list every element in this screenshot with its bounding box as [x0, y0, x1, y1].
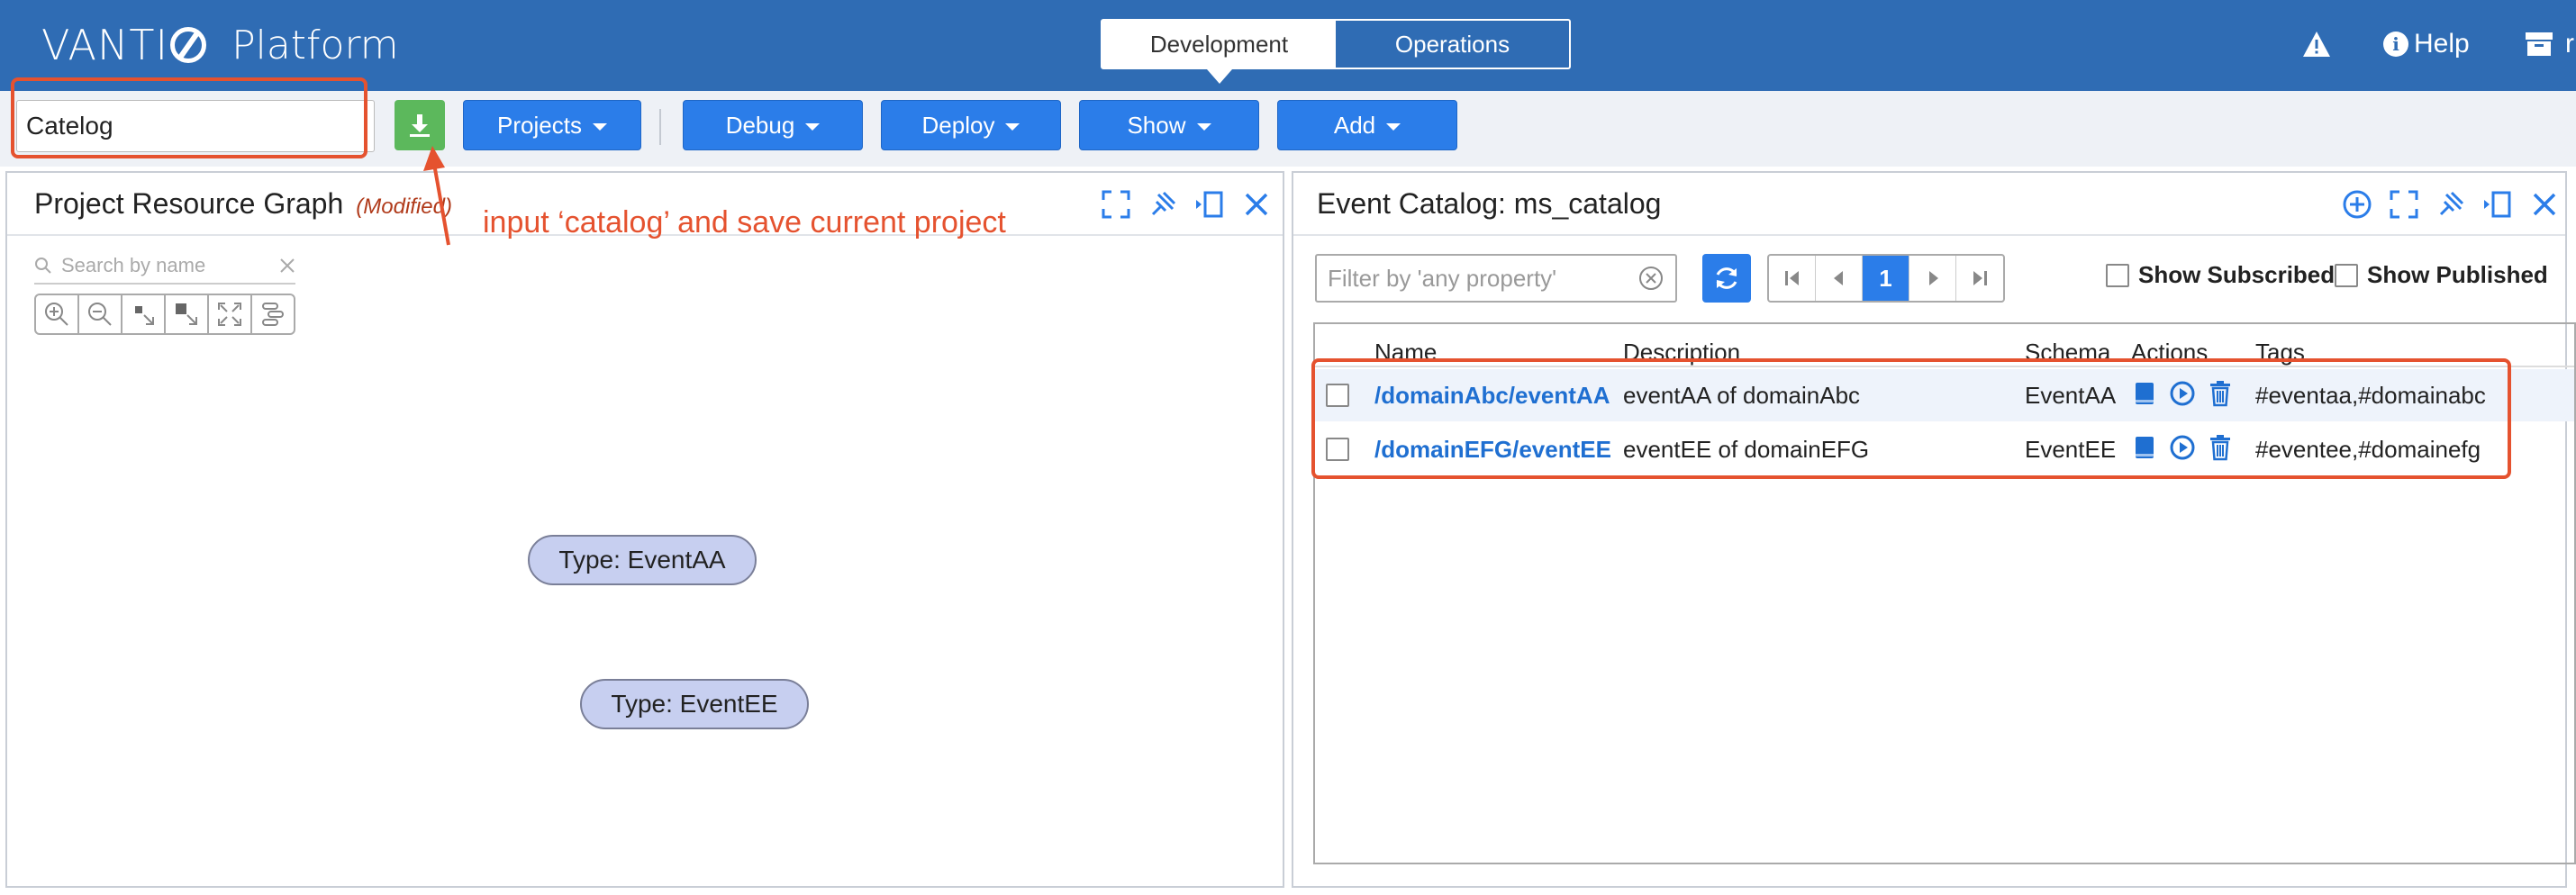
select-group-button[interactable]	[166, 295, 209, 333]
zoom-out-icon	[88, 303, 112, 326]
show-menu-button[interactable]: Show	[1079, 100, 1259, 150]
caret-down-icon	[1005, 123, 1020, 131]
projects-label: Projects	[497, 111, 582, 139]
show-published-label: Show Published	[2367, 261, 2548, 288]
select-small-icon	[135, 306, 154, 325]
next-page-icon	[1928, 271, 1938, 285]
layout-button[interactable]	[252, 295, 294, 333]
save-project-button[interactable]	[395, 100, 445, 150]
app-logo[interactable]: VANTI Platform	[41, 16, 399, 74]
archive-icon[interactable]	[2526, 32, 2553, 56]
show-subscribed-toggle[interactable]: Show Subscribed	[2106, 261, 2335, 289]
graph-node-eventee[interactable]: Type: EventEE	[580, 679, 809, 729]
download-icon	[410, 114, 430, 137]
panel-title: Project Resource Graph (Modified)	[34, 187, 452, 221]
annotation-highlight-input	[11, 77, 367, 158]
search-placeholder: Search by name	[61, 254, 206, 276]
platform-label: Platform	[231, 22, 399, 68]
prev-page-icon	[1833, 271, 1843, 285]
add-menu-button[interactable]: Add	[1277, 100, 1457, 150]
annotation-highlight-rows	[1311, 358, 2511, 479]
first-page-button[interactable]	[1769, 256, 1816, 301]
logo-text: VANTI	[41, 21, 169, 69]
search-icon	[35, 258, 51, 274]
pin-icon[interactable]	[1147, 189, 1178, 220]
info-icon: i	[2383, 32, 2408, 57]
caret-down-icon	[592, 123, 607, 131]
show-subscribed-checkbox[interactable]	[2106, 263, 2129, 287]
projects-menu-button[interactable]: Projects	[463, 100, 641, 150]
graph-node-eventaa[interactable]: Type: EventAA	[528, 535, 757, 585]
panel-controls	[2342, 189, 2560, 220]
next-page-button[interactable]	[1909, 256, 1956, 301]
fit-icon	[218, 303, 241, 326]
project-resource-graph-panel: Project Resource Graph (Modified) Search …	[5, 171, 1284, 888]
deploy-menu-button[interactable]: Deploy	[881, 100, 1061, 150]
annotation-text: input ‘catalog’ and save current project	[483, 205, 1006, 240]
user-menu-truncated[interactable]: r	[2565, 29, 2574, 59]
mode-switch: Development Operations	[1101, 19, 1571, 84]
graph-search-input[interactable]: Search by name	[34, 249, 295, 285]
close-icon[interactable]	[2529, 189, 2560, 220]
mode-operations-button[interactable]: Operations	[1336, 21, 1569, 68]
caret-down-icon	[1196, 123, 1211, 131]
zoom-in-button[interactable]	[36, 295, 79, 333]
graph-title: Project Resource Graph	[34, 187, 344, 220]
toolbar: Catelog Projects Debug Deploy Show Add	[0, 91, 2576, 167]
refresh-button[interactable]	[1702, 254, 1751, 303]
fit-view-button[interactable]	[209, 295, 252, 333]
catalog-filter-input[interactable]: Filter by 'any property'	[1315, 254, 1677, 303]
expand-icon[interactable]	[1101, 189, 1131, 220]
event-catalog-panel: Event Catalog: ms_catalog Filter by 'any…	[1292, 171, 2576, 888]
zoom-out-button[interactable]	[79, 295, 122, 333]
clear-icon[interactable]	[279, 258, 295, 274]
catalog-title: Event Catalog: ms_catalog	[1317, 187, 1662, 220]
show-subscribed-label: Show Subscribed	[2138, 261, 2336, 288]
panel-header: Event Catalog: ms_catalog	[1293, 173, 2565, 236]
toolbar-separator	[659, 109, 661, 145]
select-node-button[interactable]	[122, 295, 166, 333]
expand-icon[interactable]	[2389, 189, 2419, 220]
app-header: VANTI Platform Development Operations i …	[0, 0, 2576, 91]
graph-zoom-controls	[34, 294, 295, 335]
prev-page-button[interactable]	[1816, 256, 1863, 301]
warning-icon[interactable]	[2302, 31, 2331, 58]
deploy-label: Deploy	[921, 111, 995, 139]
pin-icon[interactable]	[2435, 189, 2466, 220]
debug-menu-button[interactable]: Debug	[683, 100, 863, 150]
clear-circle-icon[interactable]	[1637, 265, 1664, 292]
mode-development-button[interactable]: Development	[1102, 21, 1336, 84]
show-published-checkbox[interactable]	[2335, 263, 2358, 287]
last-page-button[interactable]	[1956, 256, 2003, 301]
panel-controls	[1101, 189, 1272, 220]
select-large-icon	[176, 303, 197, 325]
first-page-icon	[1784, 271, 1799, 285]
layout-icon	[262, 303, 284, 326]
dock-icon[interactable]	[1194, 189, 1225, 220]
add-label: Add	[1333, 111, 1376, 139]
caret-down-icon	[1386, 123, 1401, 131]
show-published-toggle[interactable]: Show Published	[2335, 261, 2548, 289]
pagination: 1	[1767, 254, 2005, 303]
close-icon[interactable]	[1241, 189, 1272, 220]
page-number-button[interactable]: 1	[1863, 256, 1909, 301]
zoom-in-icon	[45, 303, 68, 326]
show-label: Show	[1127, 111, 1186, 139]
add-circle-icon[interactable]	[2342, 189, 2372, 220]
dock-icon[interactable]	[2482, 189, 2513, 220]
help-label: Help	[2414, 29, 2470, 59]
refresh-icon	[1716, 267, 1737, 289]
last-page-icon	[1973, 271, 1987, 285]
globe-icon	[170, 27, 207, 63]
help-link[interactable]: i Help	[2383, 29, 2470, 59]
debug-label: Debug	[725, 111, 795, 139]
caret-down-icon	[805, 123, 821, 131]
filter-placeholder: Filter by 'any property'	[1328, 264, 1557, 292]
annotation-arrow-icon	[423, 146, 450, 246]
